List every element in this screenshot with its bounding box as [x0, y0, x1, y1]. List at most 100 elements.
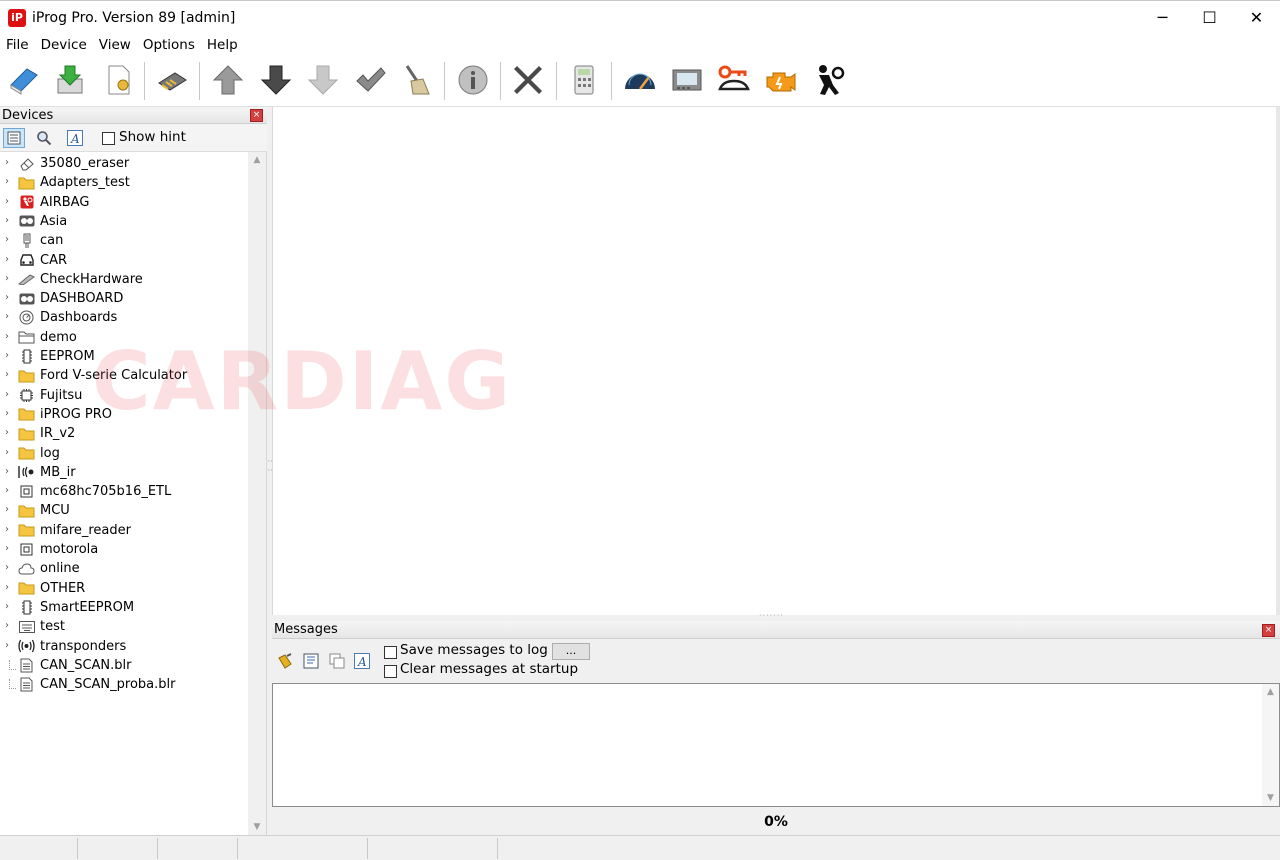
scroll-up-icon[interactable]: ▲	[1262, 684, 1279, 700]
tree-item-dashboards[interactable]: › Dashboards	[0, 308, 248, 327]
expand-arrow-icon[interactable]: ›	[5, 331, 13, 342]
expand-arrow-icon[interactable]: ›	[5, 389, 13, 400]
airbag-person-icon[interactable]	[808, 60, 848, 100]
clear-brush-icon[interactable]	[275, 651, 297, 671]
messages-scrollbar[interactable]: ▲ ▼	[1262, 684, 1279, 806]
tree-item-adapters-test[interactable]: › Adapters_test	[0, 173, 248, 192]
tree-item-transponders[interactable]: › transponders	[0, 637, 248, 656]
menu-options[interactable]: Options	[137, 34, 201, 56]
show-hint-checkbox[interactable]	[102, 132, 115, 145]
browse-log-button[interactable]: ...	[552, 643, 590, 660]
tree-item-fujitsu[interactable]: › Fujitsu	[0, 386, 248, 405]
expand-arrow-icon[interactable]: ›	[5, 158, 13, 168]
expand-arrow-icon[interactable]: ›	[5, 524, 13, 535]
expand-arrow-icon[interactable]: ›	[5, 235, 13, 245]
chip-icon[interactable]	[152, 60, 192, 100]
expand-arrow-icon[interactable]: ›	[5, 215, 13, 226]
menu-view[interactable]: View	[93, 34, 137, 56]
expand-arrow-icon[interactable]: ›	[5, 196, 13, 207]
expand-arrow-icon[interactable]: ›	[5, 486, 13, 496]
tree-item-can[interactable]: › can	[0, 231, 248, 250]
expand-arrow-icon[interactable]: ›	[5, 621, 13, 631]
expand-arrow-icon[interactable]: ›	[5, 370, 13, 380]
scroll-down-icon[interactable]: ▼	[1262, 790, 1279, 806]
expand-arrow-icon[interactable]: ›	[5, 640, 13, 651]
tree-item-demo[interactable]: › demo	[0, 328, 248, 347]
calculator-icon[interactable]	[564, 60, 604, 100]
expand-arrow-icon[interactable]: ›	[5, 563, 13, 573]
broom-icon[interactable]	[396, 60, 436, 100]
expand-arrow-icon[interactable]: ›	[5, 582, 13, 593]
arrow-down-icon[interactable]	[256, 60, 296, 100]
speedometer-icon[interactable]	[620, 60, 660, 100]
tree-item-iprog-pro[interactable]: › iPROG PRO	[0, 405, 248, 424]
tree-item-car[interactable]: › CAR	[0, 251, 248, 270]
arrow-down-disabled-icon[interactable]	[303, 60, 343, 100]
open-book-icon[interactable]	[4, 60, 44, 100]
messages-close-icon[interactable]: ×	[1262, 624, 1275, 637]
tree-view-icon[interactable]	[3, 128, 25, 148]
close-button[interactable]: ✕	[1233, 1, 1280, 35]
expand-arrow-icon[interactable]: ›	[5, 351, 13, 361]
messages-textarea[interactable]: ▲ ▼	[272, 683, 1280, 807]
tree-item-online[interactable]: › online	[0, 559, 248, 578]
arrow-up-icon[interactable]	[208, 60, 248, 100]
save-log-checkbox[interactable]	[384, 646, 397, 659]
minimize-button[interactable]: ─	[1139, 1, 1186, 35]
tree-item-motorola[interactable]: › motorola	[0, 540, 248, 559]
search-icon[interactable]	[33, 128, 55, 148]
expand-arrow-icon[interactable]: ›	[5, 293, 13, 303]
tree-item-ir-v2[interactable]: › IR_v2	[0, 424, 248, 443]
expand-arrow-icon[interactable]: ›	[5, 544, 13, 554]
expand-arrow-icon[interactable]: ›	[5, 408, 13, 419]
folder-icon	[18, 407, 35, 422]
document-settings-icon[interactable]	[98, 60, 138, 100]
copy-icon[interactable]	[326, 651, 348, 671]
expand-arrow-icon[interactable]: ›	[5, 447, 13, 458]
devices-close-icon[interactable]: ×	[250, 109, 263, 122]
expand-arrow-icon[interactable]: ›	[5, 312, 13, 322]
tree-item-smarteeprom[interactable]: › SmartEEPROM	[0, 598, 248, 617]
tree-item-log[interactable]: › log	[0, 444, 248, 463]
clear-startup-checkbox[interactable]	[384, 665, 397, 678]
expand-arrow-icon[interactable]: ›	[5, 254, 13, 265]
scroll-down-icon[interactable]: ▼	[248, 819, 266, 835]
tree-item-checkhardware[interactable]: › CheckHardware	[0, 270, 248, 289]
info-icon[interactable]	[453, 60, 493, 100]
tree-item-dashboard[interactable]: › DASHBOARD	[0, 289, 248, 308]
menu-help[interactable]: Help	[201, 34, 244, 56]
download-icon[interactable]	[50, 60, 90, 100]
save-log-icon[interactable]	[300, 651, 322, 671]
tree-item-mb-ir[interactable]: › MB_ir	[0, 463, 248, 482]
tree-item-airbag[interactable]: › AIRBAG	[0, 193, 248, 212]
expand-arrow-icon[interactable]: ›	[5, 505, 13, 515]
tree-item-asia[interactable]: › Asia	[0, 212, 248, 231]
expand-arrow-icon[interactable]: ›	[5, 601, 13, 612]
menu-device[interactable]: Device	[35, 34, 93, 56]
engine-icon[interactable]	[761, 60, 801, 100]
scroll-up-icon[interactable]: ▲	[248, 152, 266, 168]
tree-item-ford-v-serie-calculator[interactable]: › Ford V-serie Calculator	[0, 366, 248, 385]
expand-arrow-icon[interactable]: ›	[5, 177, 13, 187]
expand-arrow-icon[interactable]: ›	[5, 428, 13, 438]
tree-item-test[interactable]: › test	[0, 617, 248, 636]
device-tree-scrollbar[interactable]: ▲ ▼	[248, 152, 266, 835]
tree-item-mcu[interactable]: › MCU	[0, 501, 248, 520]
tree-item-mc68hc705b16-etl[interactable]: › mc68hc705b16_ETL	[0, 482, 248, 501]
tree-item-35080-eraser[interactable]: › 35080_eraser	[0, 154, 248, 173]
font-icon[interactable]: A	[351, 651, 373, 671]
expand-arrow-icon[interactable]: ›	[5, 466, 13, 477]
tree-item-mifare-reader[interactable]: › mifare_reader	[0, 521, 248, 540]
display-icon[interactable]	[667, 60, 707, 100]
cross-icon[interactable]	[508, 60, 548, 100]
tree-item-other[interactable]: › OTHER	[0, 579, 248, 598]
tree-item-can-scan-proba-blr[interactable]: CAN_SCAN_proba.blr	[0, 675, 248, 694]
tree-item-eeprom[interactable]: › EEPROM	[0, 347, 248, 366]
menu-file[interactable]: File	[0, 34, 35, 56]
check-icon[interactable]	[350, 60, 390, 100]
maximize-button[interactable]: ☐	[1186, 1, 1233, 35]
car-key-icon[interactable]	[714, 60, 754, 100]
expand-arrow-icon[interactable]: ›	[5, 273, 13, 284]
font-icon[interactable]: A	[64, 128, 86, 148]
tree-item-can-scan-blr[interactable]: CAN_SCAN.blr	[0, 656, 248, 675]
